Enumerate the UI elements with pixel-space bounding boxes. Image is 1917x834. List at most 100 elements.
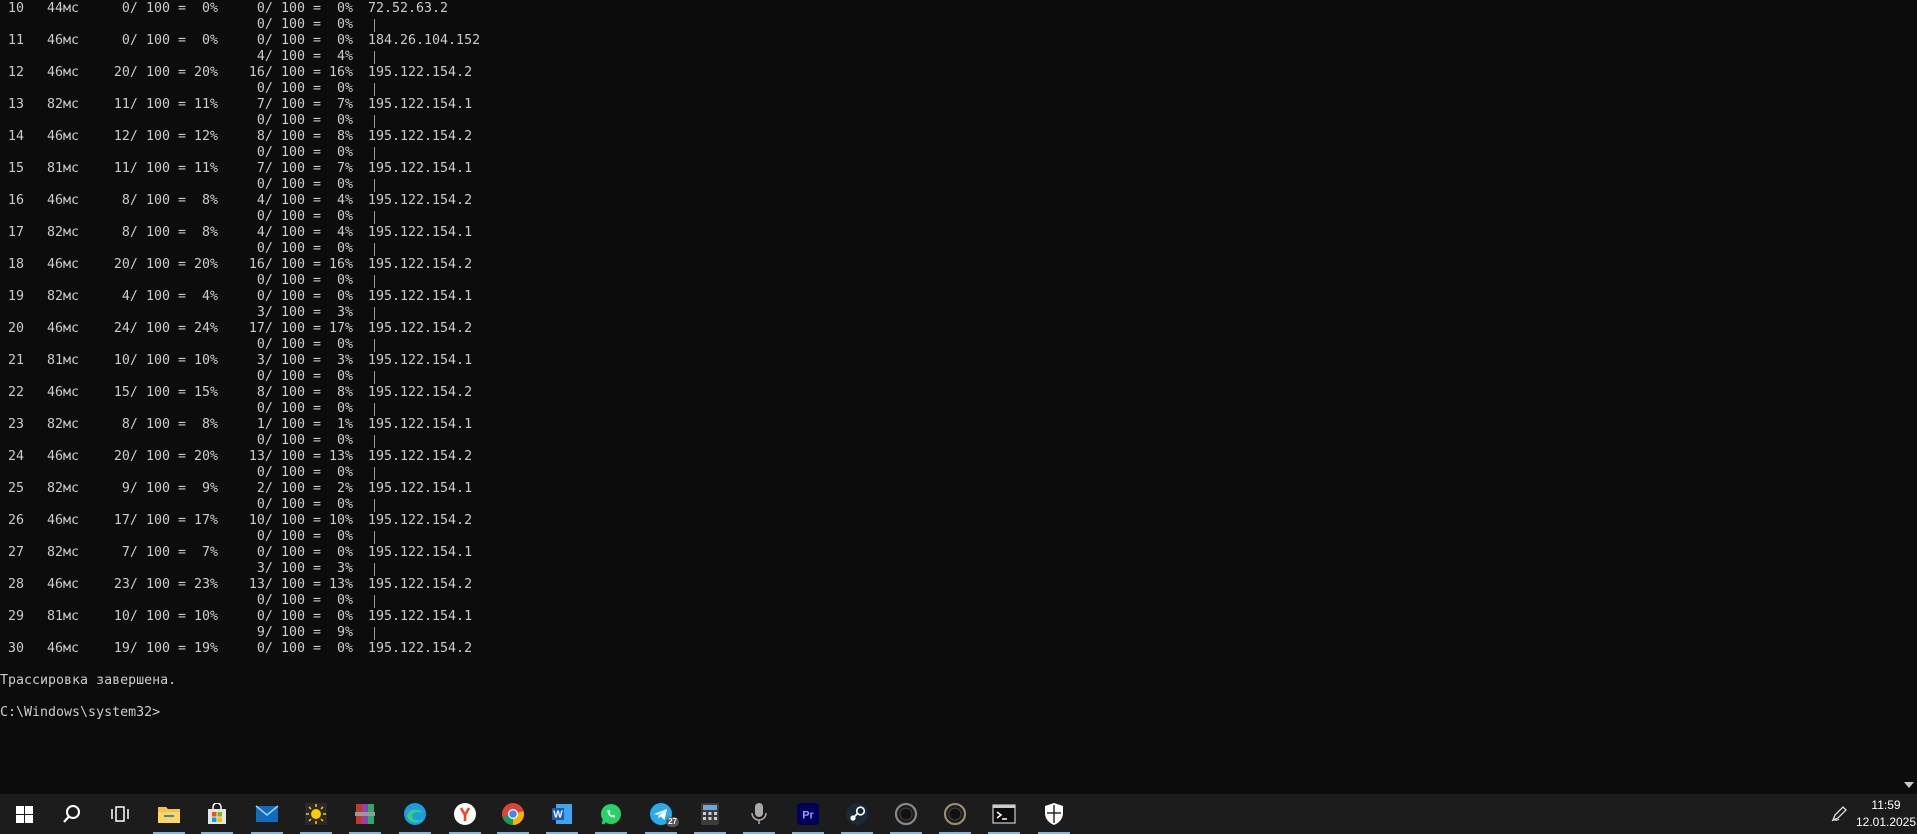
hop-node: 0/ 100 = 0% [256, 113, 353, 128]
hop-node: 9/ 100 = 9% [256, 625, 353, 640]
hop-node: 0/ 100 = 0% [256, 241, 353, 256]
hop-addr: 184.26.104.152 [368, 33, 481, 48]
link-connector [374, 467, 375, 480]
hop-addr: 195.122.154.2 [368, 257, 473, 272]
scroll-down-arrow-icon[interactable] [1904, 782, 1914, 788]
system-clock[interactable]: 11:59 12.01.2025 [1855, 794, 1917, 834]
hop-rtt: 82мс [47, 417, 80, 432]
taskbar-start-button[interactable] [0, 794, 48, 834]
link-connector [374, 115, 375, 128]
hop-src: 11/ 100 = 11% [113, 97, 218, 112]
hop-node: 0/ 100 = 0% [256, 545, 353, 560]
start-icon [15, 805, 33, 823]
hop-hop: 16 [8, 193, 25, 208]
taskbar-microphone-app-button[interactable] [735, 794, 783, 834]
link-connector [374, 179, 375, 192]
hop-rtt: 46мс [47, 65, 80, 80]
taskbar-archive-app-button[interactable] [341, 794, 389, 834]
hop-hop: 30 [8, 641, 25, 656]
taskbar-game-launcher-2-button[interactable] [931, 794, 979, 834]
taskbar-premiere-pro-button[interactable]: Pr [784, 794, 832, 834]
taskbar-chrome-browser-button[interactable] [489, 794, 537, 834]
search-icon [62, 804, 82, 824]
taskbar-yandex-browser-button[interactable] [441, 794, 489, 834]
link-connector [374, 51, 375, 64]
taskbar-telegram-button[interactable]: 27 [637, 794, 685, 834]
edge-browser-icon [403, 802, 427, 826]
taskbar-steam-button[interactable] [833, 794, 881, 834]
taskbar-calculator-button[interactable] [686, 794, 734, 834]
pen-menu-icon[interactable] [1825, 800, 1853, 828]
taskbar-photo-editor-button[interactable] [292, 794, 340, 834]
taskbar: W 27 Pr [0, 794, 1917, 834]
link-connector [374, 371, 375, 384]
taskbar-terminal-button[interactable] [980, 794, 1028, 834]
hop-hop: 21 [8, 353, 25, 368]
hop-node: 10/ 100 = 10% [248, 513, 353, 528]
taskbar-word-button[interactable]: W [538, 794, 586, 834]
terminal-icon [992, 804, 1016, 824]
hop-addr: 195.122.154.1 [368, 161, 473, 176]
hop-addr: 195.122.154.1 [368, 481, 473, 496]
hop-hop: 18 [8, 257, 25, 272]
mail-icon [255, 805, 279, 823]
taskbar-file-explorer-button[interactable] [145, 794, 193, 834]
hop-node: 3/ 100 = 3% [256, 305, 353, 320]
clock-time: 11:59 [1871, 798, 1901, 812]
hop-node: 0/ 100 = 0% [256, 337, 353, 352]
taskbar-edge-browser-button[interactable] [391, 794, 439, 834]
calculator-icon [700, 802, 720, 826]
hop-hop: 24 [8, 449, 25, 464]
taskbar-task-view-button[interactable] [96, 794, 144, 834]
link-connector [374, 499, 375, 512]
hop-src: 8/ 100 = 8% [121, 225, 218, 240]
link-connector [374, 275, 375, 288]
taskbar-security-shield-button[interactable] [1030, 794, 1078, 834]
hop-addr: 195.122.154.1 [368, 353, 473, 368]
svg-text:Pr: Pr [802, 810, 814, 822]
hop-addr: 195.122.154.2 [368, 513, 473, 528]
hop-rtt: 44мс [47, 1, 80, 16]
hop-node: 0/ 100 = 0% [256, 145, 353, 160]
taskbar-whatsapp-button[interactable] [587, 794, 635, 834]
hop-addr: 195.122.154.1 [368, 97, 473, 112]
hop-node: 0/ 100 = 0% [256, 609, 353, 624]
word-icon: W [550, 802, 574, 826]
taskbar-mail-button[interactable] [243, 794, 291, 834]
hop-node: 0/ 100 = 0% [256, 593, 353, 608]
hop-rtt: 46мс [47, 257, 80, 272]
hop-hop: 12 [8, 65, 25, 80]
taskbar-microsoft-store-button[interactable] [193, 794, 241, 834]
whatsapp-icon [599, 802, 623, 826]
taskbar-game-launcher-button[interactable] [882, 794, 930, 834]
hop-rtt: 46мс [47, 193, 80, 208]
chrome-browser-icon [501, 802, 525, 826]
command-prompt[interactable]: C:\Windows\system32> [0, 705, 160, 721]
hop-src: 17/ 100 = 17% [113, 513, 218, 528]
hop-rtt: 46мс [47, 33, 80, 48]
hop-node: 0/ 100 = 0% [256, 1, 353, 16]
hop-src: 8/ 100 = 8% [121, 417, 218, 432]
link-connector [374, 243, 375, 256]
hop-hop: 13 [8, 97, 25, 112]
hop-hop: 10 [8, 1, 25, 16]
hop-hop: 27 [8, 545, 25, 560]
hop-node: 0/ 100 = 0% [256, 209, 353, 224]
hop-addr: 72.52.63.2 [368, 1, 449, 16]
hop-src: 4/ 100 = 4% [121, 289, 218, 304]
terminal-window[interactable]: 10 44мс 0/ 100 = 0% 0/ 100 = 0% 72.52.63.2 0/… [0, 0, 1900, 794]
hop-node: 4/ 100 = 4% [256, 225, 353, 240]
notification-badge: 27 [666, 817, 679, 827]
hop-node: 0/ 100 = 0% [256, 433, 353, 448]
hop-src: 0/ 100 = 0% [121, 1, 218, 16]
hop-rtt: 46мс [47, 449, 80, 464]
hop-hop: 25 [8, 481, 25, 496]
taskbar-search-button[interactable] [48, 794, 96, 834]
hop-src: 15/ 100 = 15% [113, 385, 218, 400]
hop-hop: 26 [8, 513, 25, 528]
hop-src: 20/ 100 = 20% [113, 257, 218, 272]
premiere-pro-icon: Pr [797, 803, 819, 825]
terminal-scrollbar[interactable] [1900, 0, 1917, 794]
hop-src: 7/ 100 = 7% [121, 545, 218, 560]
hop-node: 0/ 100 = 0% [256, 529, 353, 544]
